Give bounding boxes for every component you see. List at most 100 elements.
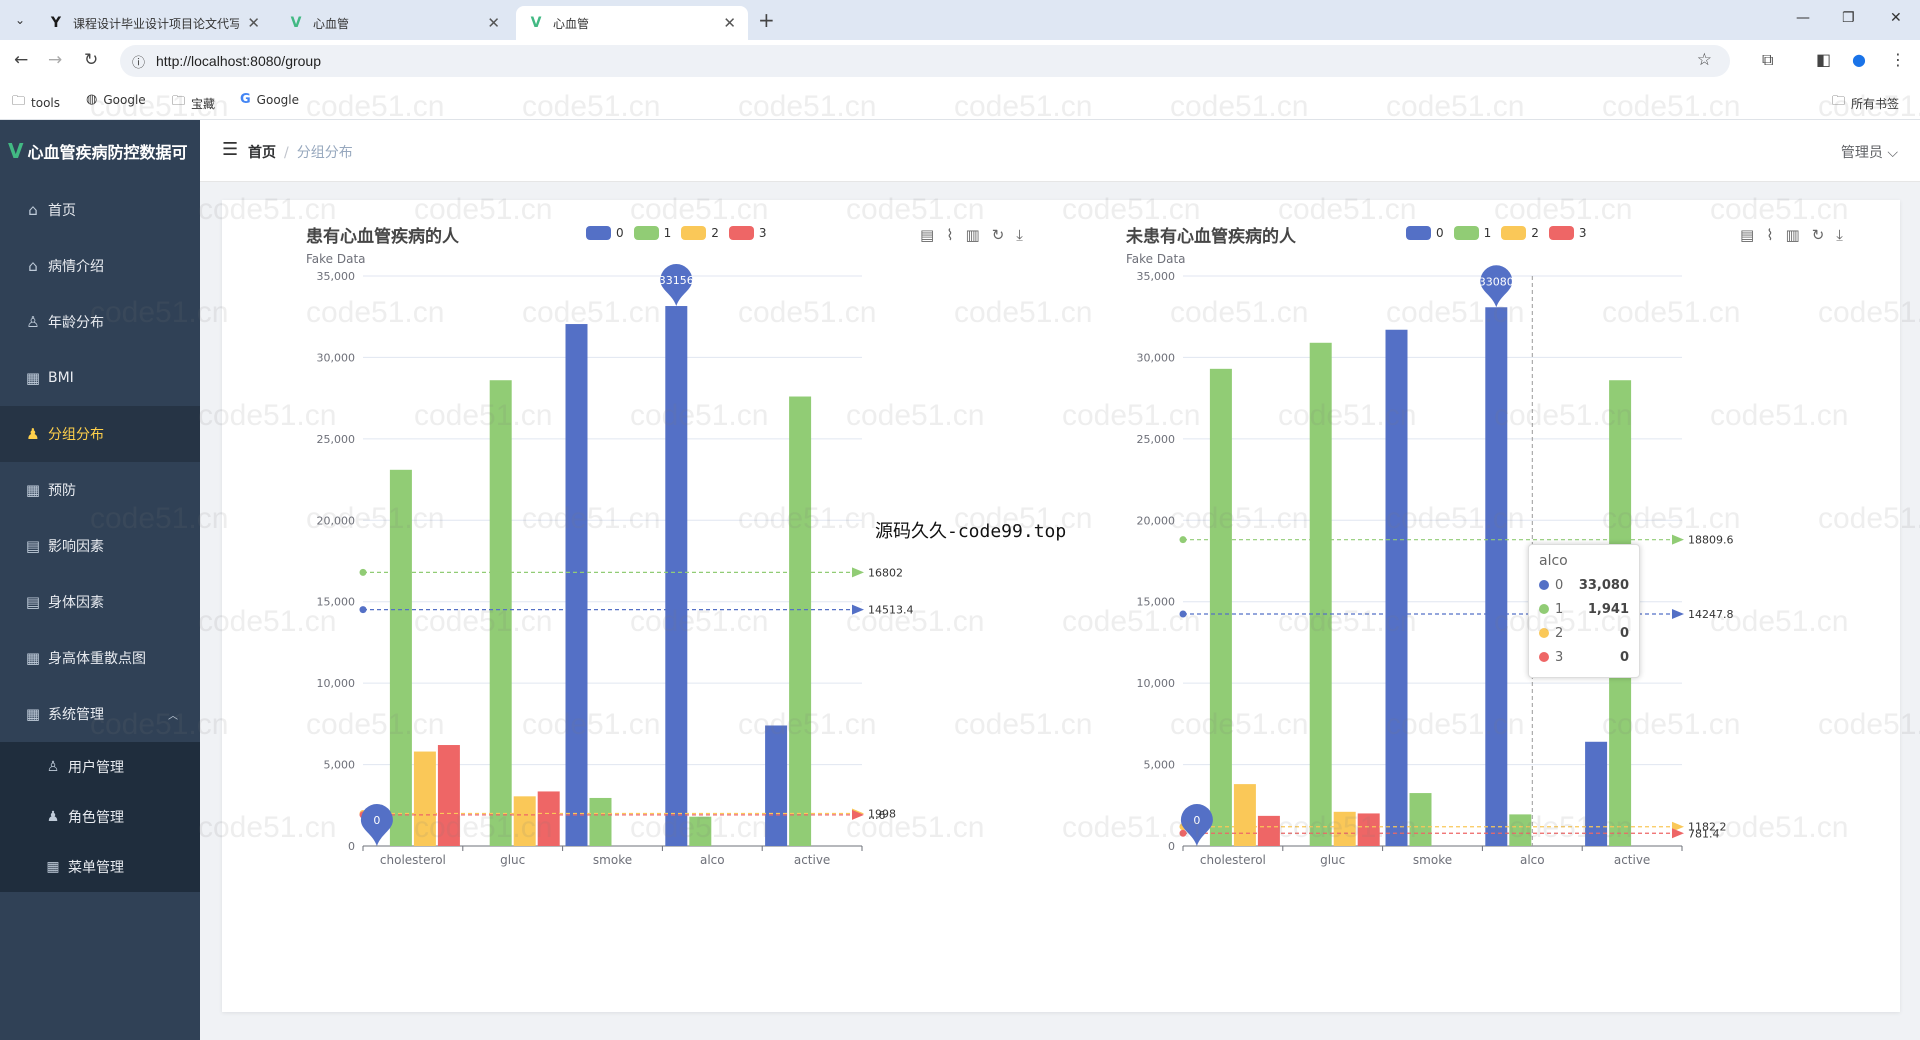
home-icon: ⌂ (28, 201, 38, 219)
grid-icon: ▦ (46, 859, 60, 875)
user-dropdown[interactable]: 管理员 ⌵ (1841, 142, 1898, 162)
tooltip-row: 20 (1539, 621, 1629, 645)
url-text[interactable]: http://localhost:8080/group (156, 53, 321, 69)
browser-tab-3[interactable]: V 心血管 ✕ (516, 6, 748, 40)
bar-series-1 (589, 797, 612, 846)
chart-without-disease: 未患有心血管疾病的人 Fake Data 0 1 2 3 ▤ ⌇ ▥ ↻ ⤓ 0… (1042, 200, 1900, 1012)
bar-series-3 (1257, 815, 1280, 846)
bookmark-treasure[interactable]: 🗀 宝藏 (172, 92, 215, 114)
breadcrumb-home[interactable]: 首页 (248, 145, 276, 161)
sidebar-item-group[interactable]: ♟ 分组分布 (0, 406, 200, 462)
reload-icon[interactable]: ↻ (84, 50, 98, 70)
y-tick-label: 30,000 (1137, 351, 1176, 364)
browser-tab-2[interactable]: V 心血管 ✕ (276, 6, 512, 40)
grid-icon: ▦ (25, 649, 41, 667)
sidebar-item-factors[interactable]: ▤ 影响因素 (0, 518, 200, 574)
sidebar-item-menus[interactable]: ▦ 菜单管理 (0, 842, 200, 892)
tab-title: 心血管 (313, 16, 350, 31)
mark-line-arrow (1672, 828, 1684, 839)
back-icon[interactable]: ← (14, 50, 28, 70)
bar-series-2 (513, 796, 536, 846)
sidebar-item-scatter[interactable]: ▦ 身高体重散点图 (0, 630, 200, 686)
user-icon: ♙ (46, 759, 60, 775)
mark-line-label: 14513.4 (868, 604, 914, 617)
sidebar-item-roles[interactable]: ♟ 角色管理 (0, 792, 200, 842)
tab-favicon: V (290, 15, 302, 31)
bar-series-1 (1309, 342, 1332, 846)
bar-series-0 (665, 306, 688, 846)
sidebar-item-home[interactable]: ⌂ 首页 (0, 182, 200, 238)
site-info-icon[interactable]: ⓘ (132, 52, 145, 71)
mark-point-label: 33080 (1479, 275, 1514, 288)
y-tick-label: 30,000 (317, 351, 356, 364)
sidebar-item-system[interactable]: ▦ 系统管理 ︿ (0, 686, 200, 742)
bar-series-2 (1333, 811, 1356, 846)
close-icon[interactable]: ✕ (723, 14, 736, 32)
sidebar-item-users[interactable]: ♙ 用户管理 (0, 742, 200, 792)
x-tick-label: cholesterol (380, 853, 446, 867)
minimize-icon[interactable]: — (1796, 10, 1810, 26)
tab-favicon: V (530, 15, 542, 31)
bookmark-tools[interactable]: 🗀 tools (12, 92, 60, 114)
address-bar: ← → ↻ ⓘ http://localhost:8080/group ☆ ⧉ … (0, 40, 1920, 82)
google-icon: G (240, 92, 251, 107)
hamburger-icon[interactable]: ☰ (222, 139, 238, 160)
user-icon: ♙ (26, 313, 40, 331)
sidebar-item-age[interactable]: ♙ 年龄分布 (0, 294, 200, 350)
sidebar-item-body-factors[interactable]: ▤ 身体因素 (0, 574, 200, 630)
close-icon[interactable]: ✕ (487, 14, 500, 32)
sidebar-item-prevention[interactable]: ▦ 预防 (0, 462, 200, 518)
tab-title: 课程设计毕业设计项目论文代写 (73, 16, 240, 31)
grid-icon: ▦ (25, 481, 41, 499)
folder-icon: 🗀 (1832, 94, 1846, 109)
mark-line-arrow (1672, 534, 1684, 545)
browser-tab-1[interactable]: Y 课程设计毕业设计项目论文代写 ✕ (36, 6, 272, 40)
vue-logo-icon: V (8, 139, 24, 163)
side-panel-icon[interactable]: ◧ (1816, 50, 1831, 69)
document-icon: ▤ (25, 537, 41, 555)
bar-series-2 (1233, 784, 1256, 846)
extensions-icon[interactable]: ⧉ (1762, 50, 1773, 70)
app-logo[interactable]: V 心血管疾病防控数据可 (0, 120, 200, 182)
y-tick-label: 10,000 (1137, 677, 1176, 690)
bar-series-3 (437, 745, 460, 846)
x-tick-label: smoke (1413, 853, 1452, 867)
tab-favicon: Y (50, 15, 62, 31)
x-tick-label: cholesterol (1200, 853, 1266, 867)
x-tick-label: active (1614, 853, 1650, 867)
folder-icon: 🗀 (172, 94, 186, 109)
bookmark-google-2[interactable]: G Google (240, 92, 299, 107)
url-field[interactable]: ⓘ http://localhost:8080/group ☆ (120, 45, 1730, 77)
profile-icon[interactable]: ● (1852, 50, 1866, 69)
x-tick-label: alco (1520, 853, 1545, 867)
all-bookmarks[interactable]: 🗀 所有书签 (1832, 92, 1899, 114)
x-tick-label: smoke (593, 853, 632, 867)
y-tick-label: 10,000 (317, 677, 356, 690)
y-tick-label: 0 (1168, 840, 1175, 853)
more-menu-icon[interactable]: ⋮ (1890, 50, 1906, 69)
sidebar-item-bmi[interactable]: ▦ BMI (0, 350, 200, 406)
close-icon[interactable]: ✕ (247, 14, 260, 32)
tab-search-icon[interactable]: ⌄ (8, 9, 32, 31)
x-tick-label: active (794, 853, 830, 867)
x-tick-label: gluc (1320, 853, 1345, 867)
chevron-up-icon: ︿ (168, 710, 178, 722)
chart-with-disease: 患有心血管疾病的人 Fake Data 0 1 2 3 ▤ ⌇ ▥ ↻ ⤓ 05… (222, 200, 1042, 1012)
restore-icon[interactable]: ❐ (1842, 10, 1855, 26)
breadcrumb: 首页 / 分组分布 (248, 142, 353, 162)
tooltip-row: 1 1,941 (1539, 597, 1629, 621)
overlay-watermark-text: 源码久久-code99.top (875, 521, 1067, 542)
bar-series-2 (413, 751, 436, 846)
y-tick-label: 25,000 (317, 433, 356, 446)
y-tick-label: 20,000 (1137, 514, 1176, 527)
new-tab-icon[interactable]: + (758, 8, 775, 32)
window-close-icon[interactable]: ✕ (1890, 10, 1902, 26)
forward-icon[interactable]: → (48, 50, 62, 70)
bookmark-star-icon[interactable]: ☆ (1697, 50, 1712, 70)
sidebar-item-disease-intro[interactable]: ⌂ 病情介绍 (0, 238, 200, 294)
sidebar: V 心血管疾病防控数据可 ⌂ 首页 ⌂ 病情介绍 ♙ 年龄分布 ▦ BMI ♟ 分组分布 … (0, 120, 200, 1040)
y-tick-label: 5,000 (324, 759, 356, 772)
bar-series-1 (1509, 814, 1532, 846)
bookmark-google[interactable]: ◍ Google (86, 92, 146, 107)
y-tick-label: 35,000 (1137, 270, 1176, 283)
